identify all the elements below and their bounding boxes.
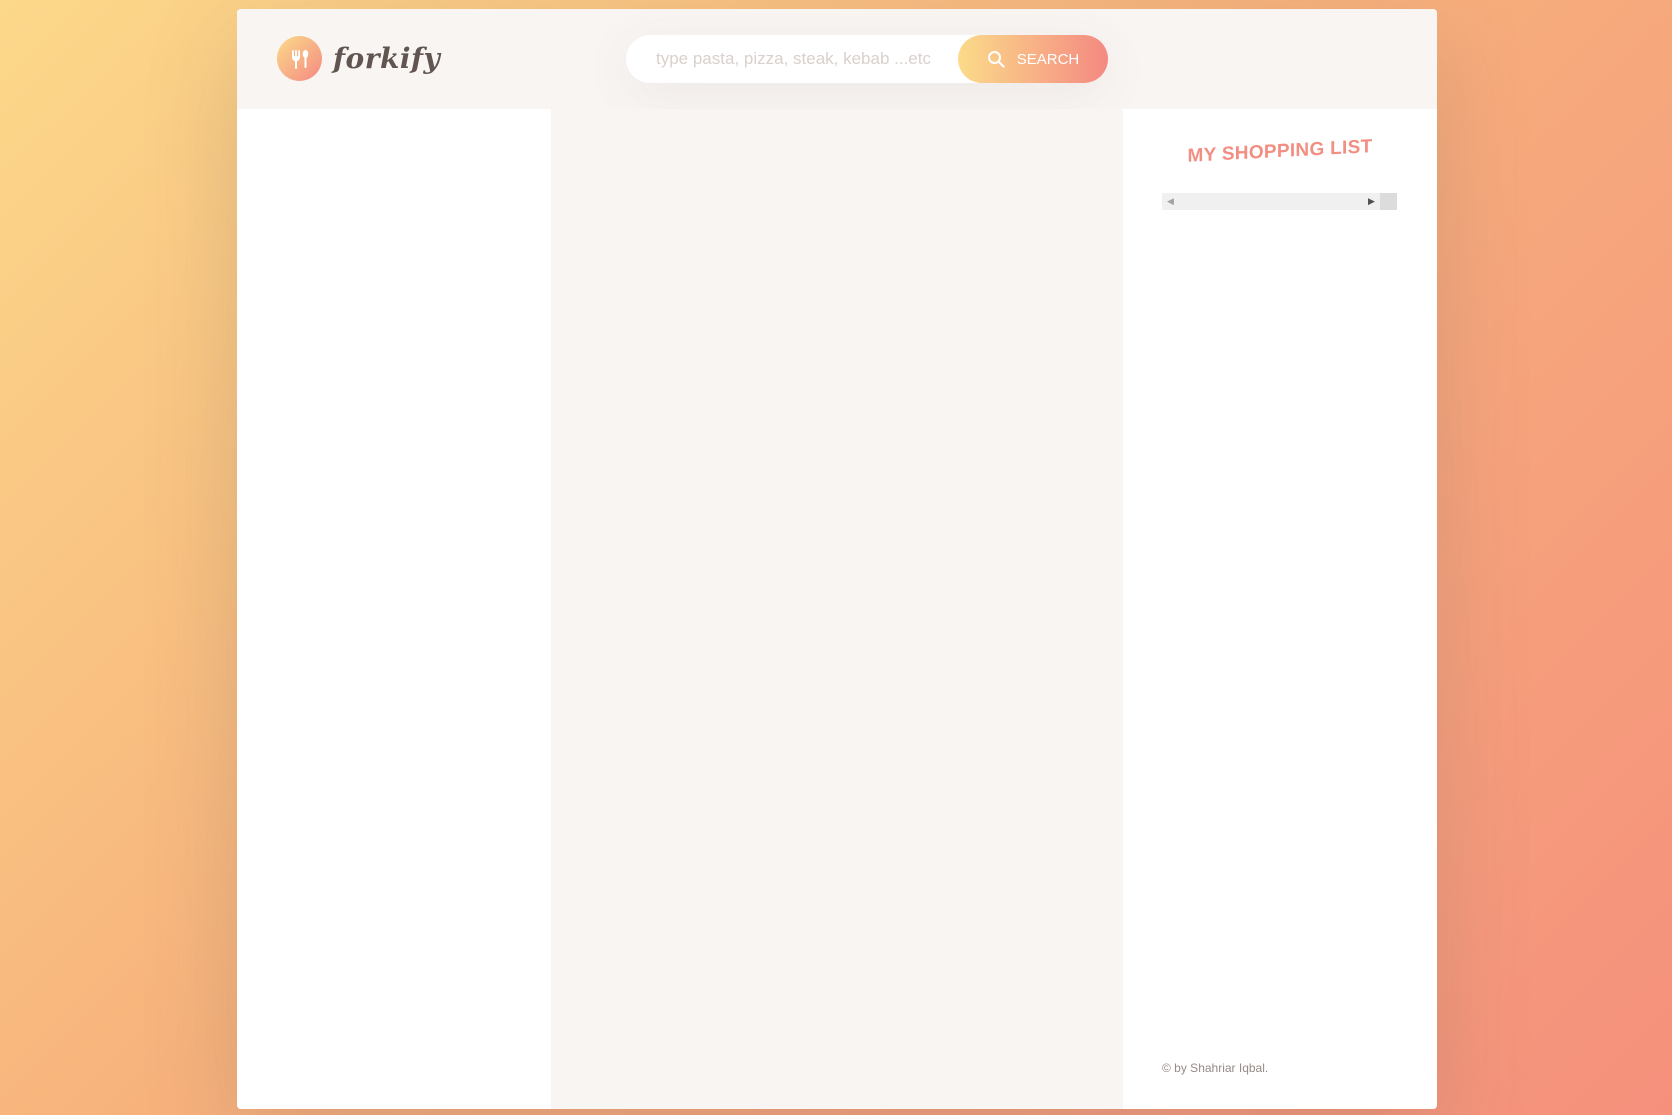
shopping-list-panel: MY SHOPPING LIST ◀ ▶ © by Shahriar Iqbal…	[1123, 109, 1437, 1109]
search-button-label: SEARCH	[1016, 50, 1080, 68]
caret-right-icon[interactable]: ▶	[1363, 193, 1380, 210]
recipe-panel	[551, 109, 1123, 1109]
caret-left-icon[interactable]: ◀	[1162, 193, 1179, 210]
search-form: SEARCH	[626, 35, 1108, 83]
app-container: forkify SEARCH MY SHOPPING LIST ◀ ▶	[237, 9, 1437, 1109]
logo[interactable]: forkify	[277, 36, 440, 81]
header: forkify SEARCH	[237, 9, 1437, 109]
fork-spoon-icon	[277, 36, 322, 81]
search-results-panel	[237, 109, 551, 1109]
scrollbar-corner	[1380, 193, 1397, 210]
logo-text: forkify	[333, 42, 441, 75]
search-input[interactable]	[656, 49, 986, 69]
search-icon	[987, 50, 1005, 68]
search-button[interactable]: SEARCH	[958, 35, 1108, 83]
copyright-text: © by Shahriar Iqbal.	[1162, 1061, 1269, 1075]
shopping-list-scrollbar[interactable]: ◀ ▶	[1162, 193, 1397, 210]
shopping-list-title: MY SHOPPING LIST	[1187, 136, 1373, 167]
